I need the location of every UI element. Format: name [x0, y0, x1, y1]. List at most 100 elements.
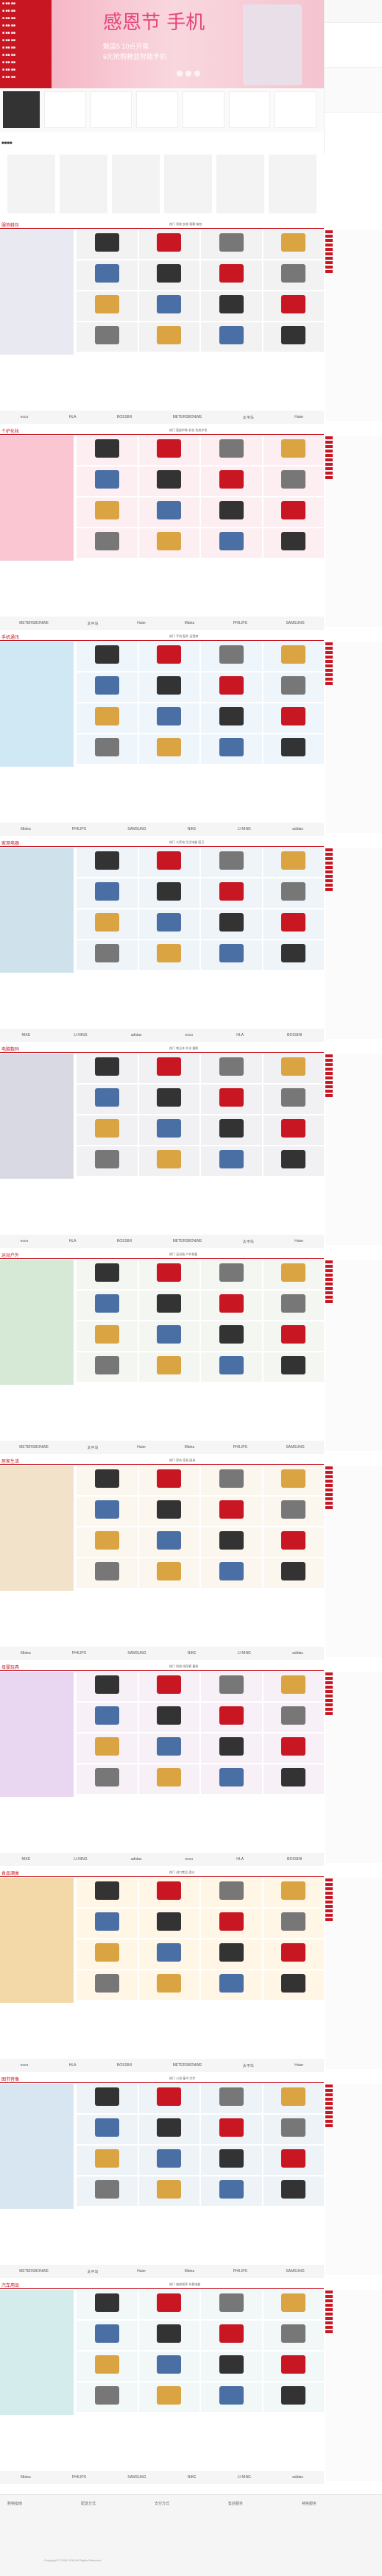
- carousel-dot[interactable]: [177, 71, 183, 77]
- ranking-item[interactable]: [325, 1299, 382, 1304]
- product-card[interactable]: [138, 436, 199, 465]
- product-card[interactable]: [138, 230, 199, 259]
- product-card[interactable]: [263, 642, 324, 671]
- brand-logo[interactable]: HLA: [69, 2063, 77, 2068]
- product-card[interactable]: [263, 1260, 324, 1289]
- product-card[interactable]: [138, 2290, 199, 2319]
- product-card[interactable]: [138, 291, 199, 321]
- recommend-item[interactable]: [269, 155, 316, 213]
- product-card[interactable]: [201, 1734, 262, 1763]
- flash-sale-item[interactable]: [228, 91, 271, 128]
- brand-logo[interactable]: METERSBONWE: [173, 1239, 202, 1243]
- product-card[interactable]: [138, 734, 199, 764]
- product-card[interactable]: [263, 322, 324, 352]
- brand-logo[interactable]: Haier: [294, 2063, 303, 2068]
- product-card[interactable]: [263, 436, 324, 465]
- product-card[interactable]: [263, 1764, 324, 1794]
- product-card[interactable]: [77, 848, 138, 877]
- product-card[interactable]: [77, 1878, 138, 1907]
- ranking-item[interactable]: [325, 887, 382, 892]
- brand-logo[interactable]: Haier: [137, 621, 146, 625]
- product-card[interactable]: [201, 1146, 262, 1176]
- product-card[interactable]: [77, 497, 138, 527]
- product-card[interactable]: [201, 1970, 262, 2000]
- floor-tabs[interactable]: 热门 奶粉 纸尿裤 童装: [169, 1664, 198, 1669]
- brand-logo[interactable]: SAMSUNG: [286, 2269, 304, 2274]
- product-card[interactable]: [138, 909, 199, 939]
- brand-logo[interactable]: PHILIPS: [233, 1445, 247, 1450]
- product-card[interactable]: [201, 2115, 262, 2144]
- floor-banner[interactable]: [0, 1878, 74, 2003]
- product-card[interactable]: [77, 1940, 138, 1969]
- brand-logo[interactable]: PHILIPS: [72, 2475, 86, 2480]
- brand-logo[interactable]: PHILIPS: [72, 827, 86, 831]
- product-card[interactable]: [77, 1527, 138, 1557]
- brand-logo[interactable]: Midea: [185, 2269, 195, 2274]
- product-card[interactable]: [138, 1558, 199, 1588]
- product-card[interactable]: [138, 940, 199, 970]
- brand-logo[interactable]: HLA: [236, 1857, 244, 1862]
- product-card[interactable]: [263, 909, 324, 939]
- product-card[interactable]: [201, 260, 262, 290]
- product-card[interactable]: [77, 1115, 138, 1145]
- recommend-item[interactable]: [60, 155, 107, 213]
- floor-tabs[interactable]: 热门 维修保养 车载电器: [169, 2282, 200, 2287]
- product-card[interactable]: [201, 436, 262, 465]
- product-card[interactable]: [77, 528, 138, 558]
- product-card[interactable]: [201, 230, 262, 259]
- product-card[interactable]: [77, 1970, 138, 2000]
- brand-logo[interactable]: adidas: [131, 1033, 142, 1037]
- brand-logo[interactable]: SAMSUNG: [127, 827, 146, 831]
- product-card[interactable]: [263, 2084, 324, 2113]
- product-card[interactable]: [77, 1466, 138, 1495]
- category-item[interactable]: ■ ■■ ■■: [0, 74, 52, 81]
- product-card[interactable]: [263, 1970, 324, 2000]
- product-card[interactable]: [77, 1558, 138, 1588]
- product-card[interactable]: [77, 291, 138, 321]
- flash-sale-item[interactable]: [136, 91, 179, 128]
- brand-logo[interactable]: NIKE: [188, 1651, 197, 1656]
- product-card[interactable]: [138, 528, 199, 558]
- brand-logo[interactable]: Midea: [21, 1651, 31, 1656]
- brand-logo[interactable]: SAMSUNG: [286, 621, 304, 625]
- footer-col[interactable]: 售后服务: [228, 2501, 243, 2506]
- product-card[interactable]: [77, 260, 138, 290]
- brand-logo[interactable]: METERSBONWE: [19, 2269, 49, 2274]
- product-card[interactable]: [201, 1054, 262, 1083]
- carousel-dot[interactable]: [194, 71, 200, 77]
- product-card[interactable]: [201, 642, 262, 671]
- brand-logo[interactable]: Midea: [185, 1445, 195, 1450]
- brand-logo[interactable]: NIKE: [22, 1857, 31, 1862]
- product-card[interactable]: [263, 848, 324, 877]
- brand-logo[interactable]: adidas: [292, 827, 303, 831]
- product-card[interactable]: [263, 879, 324, 908]
- product-card[interactable]: [77, 2084, 138, 2113]
- product-card[interactable]: [201, 2352, 262, 2381]
- product-card[interactable]: [77, 1703, 138, 1732]
- floor-tabs[interactable]: 热门 进口食品 酒水: [169, 1870, 194, 1875]
- product-card[interactable]: [201, 2176, 262, 2206]
- brand-logo[interactable]: 太平鸟: [88, 1445, 99, 1450]
- product-card[interactable]: [201, 673, 262, 702]
- product-card[interactable]: [201, 1764, 262, 1794]
- product-card[interactable]: [201, 879, 262, 908]
- brand-logo[interactable]: LI-NING: [74, 1033, 87, 1037]
- brand-logo[interactable]: BOSSINI: [287, 1857, 302, 1862]
- brand-logo[interactable]: PHILIPS: [233, 2269, 247, 2274]
- flash-sale-item[interactable]: [183, 91, 224, 128]
- product-card[interactable]: [263, 1703, 324, 1732]
- product-card[interactable]: [138, 2146, 199, 2175]
- brand-logo[interactable]: LI-NING: [74, 1857, 87, 1862]
- product-card[interactable]: [77, 1909, 138, 1938]
- product-card[interactable]: [263, 2352, 324, 2381]
- brand-logo[interactable]: SAMSUNG: [127, 2475, 146, 2480]
- product-card[interactable]: [201, 1291, 262, 1320]
- floor-tabs[interactable]: 热门 手机 配件 运营商: [169, 634, 198, 639]
- product-card[interactable]: [263, 1115, 324, 1145]
- product-card[interactable]: [77, 673, 138, 702]
- product-card[interactable]: [138, 1970, 199, 2000]
- floor-banner[interactable]: [0, 1466, 74, 1591]
- brand-logo[interactable]: NIKE: [188, 2475, 197, 2480]
- product-card[interactable]: [263, 2176, 324, 2206]
- floor-tabs[interactable]: 热门 小说 童书 文学: [169, 2076, 195, 2081]
